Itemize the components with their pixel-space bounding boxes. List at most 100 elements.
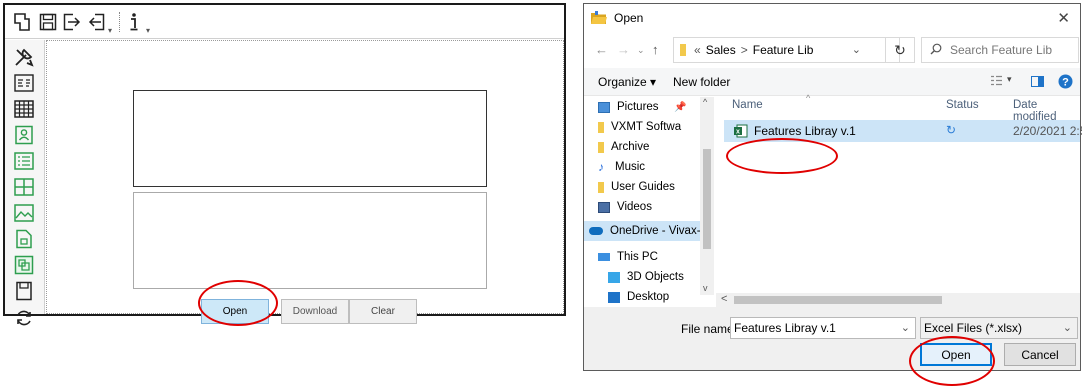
breadcrumb-separator: > [740,43,748,57]
breadcrumb-sales[interactable]: Sales [706,43,736,57]
dialog-title: Open [614,11,644,25]
highlight-circle [198,280,278,326]
chevron-down-icon[interactable]: ▾ [1007,74,1012,85]
list-view-icon[interactable] [11,149,37,173]
file-name-input[interactable]: Features Libray v.1 ⌄ [730,317,916,339]
import-icon[interactable] [85,10,107,34]
text-field-icon[interactable] [11,71,37,95]
chevron-down-icon[interactable]: v [703,283,708,293]
navigation-pane: Pictures 📌 VXMT Softwa Archive ♪ Music U… [584,97,714,307]
folder-icon [598,141,604,153]
save-icon[interactable] [37,10,59,34]
scroll-thumb[interactable] [703,149,711,249]
forward-arrow-icon[interactable]: → [617,42,630,57]
download-button[interactable]: Download [281,299,349,324]
chevron-down-icon[interactable]: ⌄ [852,43,861,56]
folder-icon [598,121,604,133]
view-options-icon[interactable] [990,75,1003,89]
svg-text:x: x [736,129,740,136]
export-icon[interactable] [61,10,83,34]
search-icon [930,43,942,58]
up-arrow-icon[interactable]: ↑ [652,42,659,57]
navigation-scrollbar[interactable]: ^ v [700,97,714,295]
dialog-navigation-bar: ← → ⌄ ↑ « Sales > Feature Lib ⌄ ↻ Search… [584,34,1080,66]
info-icon[interactable] [123,10,145,34]
open-dialog: Open ✕ ← → ⌄ ↑ « Sales > Feature Lib ⌄ ↻… [583,3,1082,371]
image-icon[interactable] [11,201,37,225]
dialog-title-bar: Open ✕ [584,4,1080,32]
column-header-name[interactable]: Name [732,99,763,111]
user-card-icon[interactable] [11,123,37,147]
onedrive-icon [589,227,603,235]
breadcrumb-feature-lib[interactable]: Feature Lib [753,43,814,57]
folder-open-icon [590,10,608,29]
folder-icon [680,44,686,56]
music-icon: ♪ [598,159,604,174]
nav-item-onedrive[interactable]: OneDrive - Vivax- [584,221,700,241]
back-arrow-icon[interactable]: ← [595,42,608,57]
refresh-icon[interactable]: ↻ [885,37,915,63]
sort-indicator-icon: ^ [806,93,811,103]
organize-menu[interactable]: Organize ▾ [598,75,656,89]
content-panel-top [133,90,487,187]
nav-item-music[interactable]: ♪ Music [598,158,706,176]
column-header-status[interactable]: Status [946,99,979,111]
svg-text:?: ? [1062,77,1069,89]
file-name: Features Libray v.1 [754,124,856,138]
highlight-circle [726,138,838,174]
chevron-down-icon[interactable]: ⌄ [1063,321,1072,334]
chevron-down-icon[interactable]: ⌄ [637,45,645,56]
refresh-icon[interactable] [11,306,37,330]
new-folder-button[interactable]: New folder [673,75,730,89]
grid-icon[interactable] [11,175,37,199]
dialog-footer: File name: Features Libray v.1 ⌄ Excel F… [584,307,1080,370]
search-input[interactable]: Search Feature Lib [921,37,1079,63]
pin-icon: 📌 [674,101,687,113]
search-placeholder: Search Feature Lib [950,43,1053,57]
close-icon[interactable]: ✕ [1057,9,1070,27]
nav-item-pictures[interactable]: Pictures 📌 [598,98,706,116]
help-icon[interactable]: ? [1058,74,1073,92]
scroll-thumb[interactable] [734,296,942,304]
sync-icon: ↻ [946,123,957,137]
chevron-down-icon[interactable]: ▾ [146,26,150,35]
excel-file-icon: x [734,124,748,141]
document-icon[interactable] [11,227,37,251]
app-toolbar: ▾ ▾ [5,5,564,39]
address-bar[interactable]: « Sales > Feature Lib ⌄ [673,37,900,63]
file-date: 2/20/2021 2:57 [1013,124,1082,138]
chevron-down-icon[interactable]: ▾ [108,26,112,35]
nav-item-videos[interactable]: Videos [598,198,706,216]
nav-item-this-pc[interactable]: This PC [598,248,706,266]
file-name-label: File name: [681,322,738,336]
videos-icon [598,201,610,213]
3d-objects-icon [608,271,620,283]
chevron-left-icon[interactable]: < [721,293,727,305]
horizontal-scrollbar[interactable]: < [716,293,1080,307]
content-panel-bottom [133,192,487,289]
tools-icon[interactable] [11,45,37,69]
file-list: ^ Name Status Date modified x Features L… [716,93,1082,307]
new-icon[interactable] [11,10,33,34]
nav-item-vxmt[interactable]: VXMT Softwa [598,118,706,136]
desktop-icon [608,291,620,303]
app-window: ▾ ▾ Open Download Clear [3,3,566,326]
breadcrumb-overflow[interactable]: « [694,43,701,57]
toolbar-divider [119,12,120,32]
chevron-up-icon[interactable]: ^ [703,97,707,107]
highlight-circle [909,336,995,386]
table-icon[interactable] [11,97,37,121]
pc-icon [598,253,610,261]
chevron-down-icon[interactable]: ⌄ [901,321,910,334]
clear-button[interactable]: Clear [349,299,417,324]
dialog-command-bar: Organize ▾ New folder ▾ ? [584,68,1080,96]
storage-icon[interactable] [11,279,37,303]
tool-sidebar [5,40,45,314]
attachment-icon[interactable] [11,253,37,277]
pictures-icon [598,101,610,113]
nav-item-archive[interactable]: Archive [598,138,706,156]
nav-item-user-guides[interactable]: User Guides [598,178,706,196]
preview-pane-icon[interactable] [1031,76,1044,90]
design-canvas: Open Download Clear [46,40,564,324]
dialog-cancel-button[interactable]: Cancel [1004,343,1076,366]
